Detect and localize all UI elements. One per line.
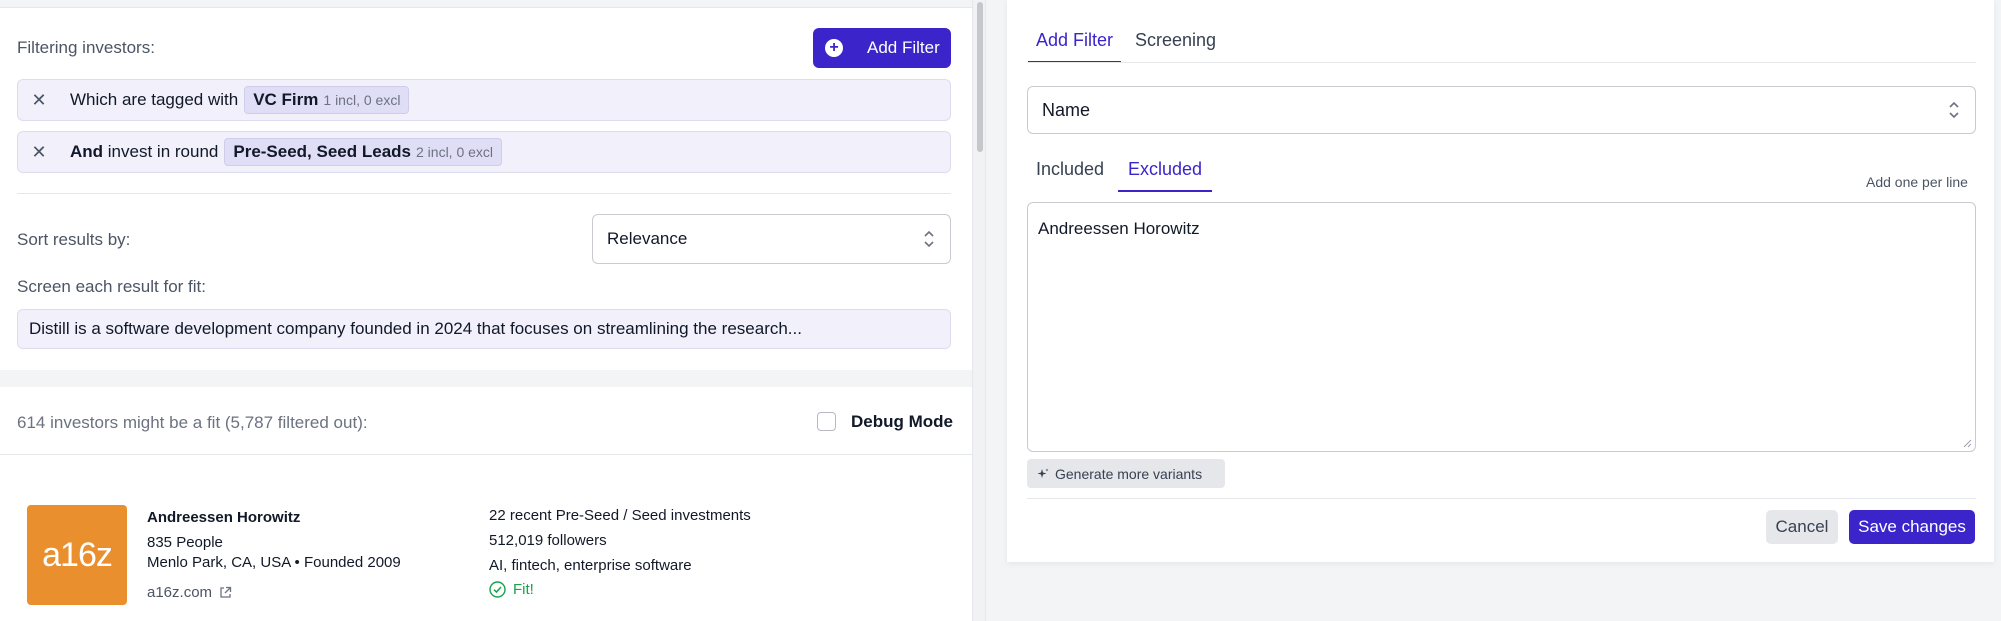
divider: [0, 454, 972, 455]
external-link-icon: [220, 586, 232, 598]
add-one-per-line-hint: Add one per line: [1866, 174, 1968, 190]
sparkles-icon: [1037, 468, 1049, 478]
tab-screening[interactable]: Screening: [1135, 30, 1216, 61]
fit-status: Fit!: [489, 581, 534, 598]
section-separator: [0, 370, 972, 387]
filter-row-round: ✕ And invest in round Pre-Seed, Seed Lea…: [17, 131, 951, 173]
investor-location: Menlo Park, CA, USA • Founded 2009: [147, 554, 401, 571]
investor-logo: a16z: [27, 505, 127, 605]
filter-chip[interactable]: VC Firm 1 incl, 0 excl: [244, 86, 410, 114]
sectors: AI, fintech, enterprise software: [489, 557, 692, 574]
top-band: [0, 0, 972, 8]
investor-name[interactable]: Andreessen Horowitz: [147, 509, 300, 526]
website-text: a16z.com: [147, 584, 213, 601]
investor-website-link[interactable]: a16z.com: [147, 584, 232, 601]
fit-label: Fit!: [513, 581, 534, 598]
close-icon[interactable]: ✕: [18, 142, 60, 163]
field-select-value: Name: [1042, 99, 1091, 120]
chip-count: 2 incl, 0 excl: [416, 144, 494, 160]
results-summary: 614 investors might be a fit (5,787 filt…: [17, 413, 368, 432]
filter-text: invest in round: [107, 142, 219, 161]
sort-select[interactable]: Relevance: [592, 214, 951, 264]
tab-add-filter[interactable]: Add Filter: [1028, 30, 1122, 63]
tabs-divider: [1027, 62, 1976, 63]
subtab-excluded[interactable]: Excluded: [1118, 159, 1213, 192]
screen-input[interactable]: Distill is a software development compan…: [17, 309, 951, 349]
filter-row-tags: ✕ Which are tagged with VC Firm 1 incl, …: [17, 79, 951, 121]
followers: 512,019 followers: [489, 532, 607, 549]
filter-chip[interactable]: Pre-Seed, Seed Leads 2 incl, 0 excl: [224, 138, 503, 166]
recent-investments: 22 recent Pre-Seed / Seed investments: [489, 507, 751, 524]
search-pane: Filtering investors: + Add Filter ✕ Whic…: [0, 0, 972, 621]
sort-value: Relevance: [607, 229, 688, 248]
filter-text: Which are tagged with: [70, 90, 239, 109]
footer-divider: [1027, 498, 1976, 499]
add-filter-button-label: Add Filter: [867, 38, 940, 57]
field-select[interactable]: Name: [1027, 86, 1976, 134]
chip-label: VC Firm: [253, 90, 319, 109]
excluded-names-textarea[interactable]: Andreessen Horowitz: [1027, 202, 1976, 452]
chevron-updown-icon: [924, 230, 934, 248]
scrollbar[interactable]: [972, 0, 986, 621]
plus-circle-icon: +: [825, 39, 843, 57]
sort-label: Sort results by:: [17, 230, 131, 249]
filtering-label: Filtering investors:: [17, 38, 155, 57]
chevron-updown-icon: [1949, 101, 1959, 119]
chip-label: Pre-Seed, Seed Leads: [233, 142, 411, 161]
debug-mode-label[interactable]: Debug Mode: [851, 412, 953, 432]
save-changes-button[interactable]: Save changes: [1849, 510, 1975, 544]
debug-mode-checkbox[interactable]: [817, 412, 836, 431]
resize-handle-icon[interactable]: [1962, 438, 1972, 448]
generate-variants-button[interactable]: Generate more variants: [1027, 459, 1225, 488]
chip-count: 1 incl, 0 excl: [323, 92, 401, 108]
scrollbar-thumb[interactable]: [977, 2, 983, 152]
add-filter-button[interactable]: + Add Filter: [813, 28, 951, 68]
generate-variants-label: Generate more variants: [1055, 465, 1203, 482]
filter-prefix: And: [70, 142, 104, 161]
divider: [17, 193, 951, 194]
subtab-included[interactable]: Included: [1036, 159, 1104, 180]
cancel-button[interactable]: Cancel: [1766, 510, 1838, 544]
investor-people: 835 People: [147, 534, 223, 551]
close-icon[interactable]: ✕: [18, 90, 60, 111]
filter-text-wrap: And invest in round: [70, 142, 218, 162]
screen-label: Screen each result for fit:: [17, 277, 206, 296]
check-circle-icon: [489, 581, 506, 598]
